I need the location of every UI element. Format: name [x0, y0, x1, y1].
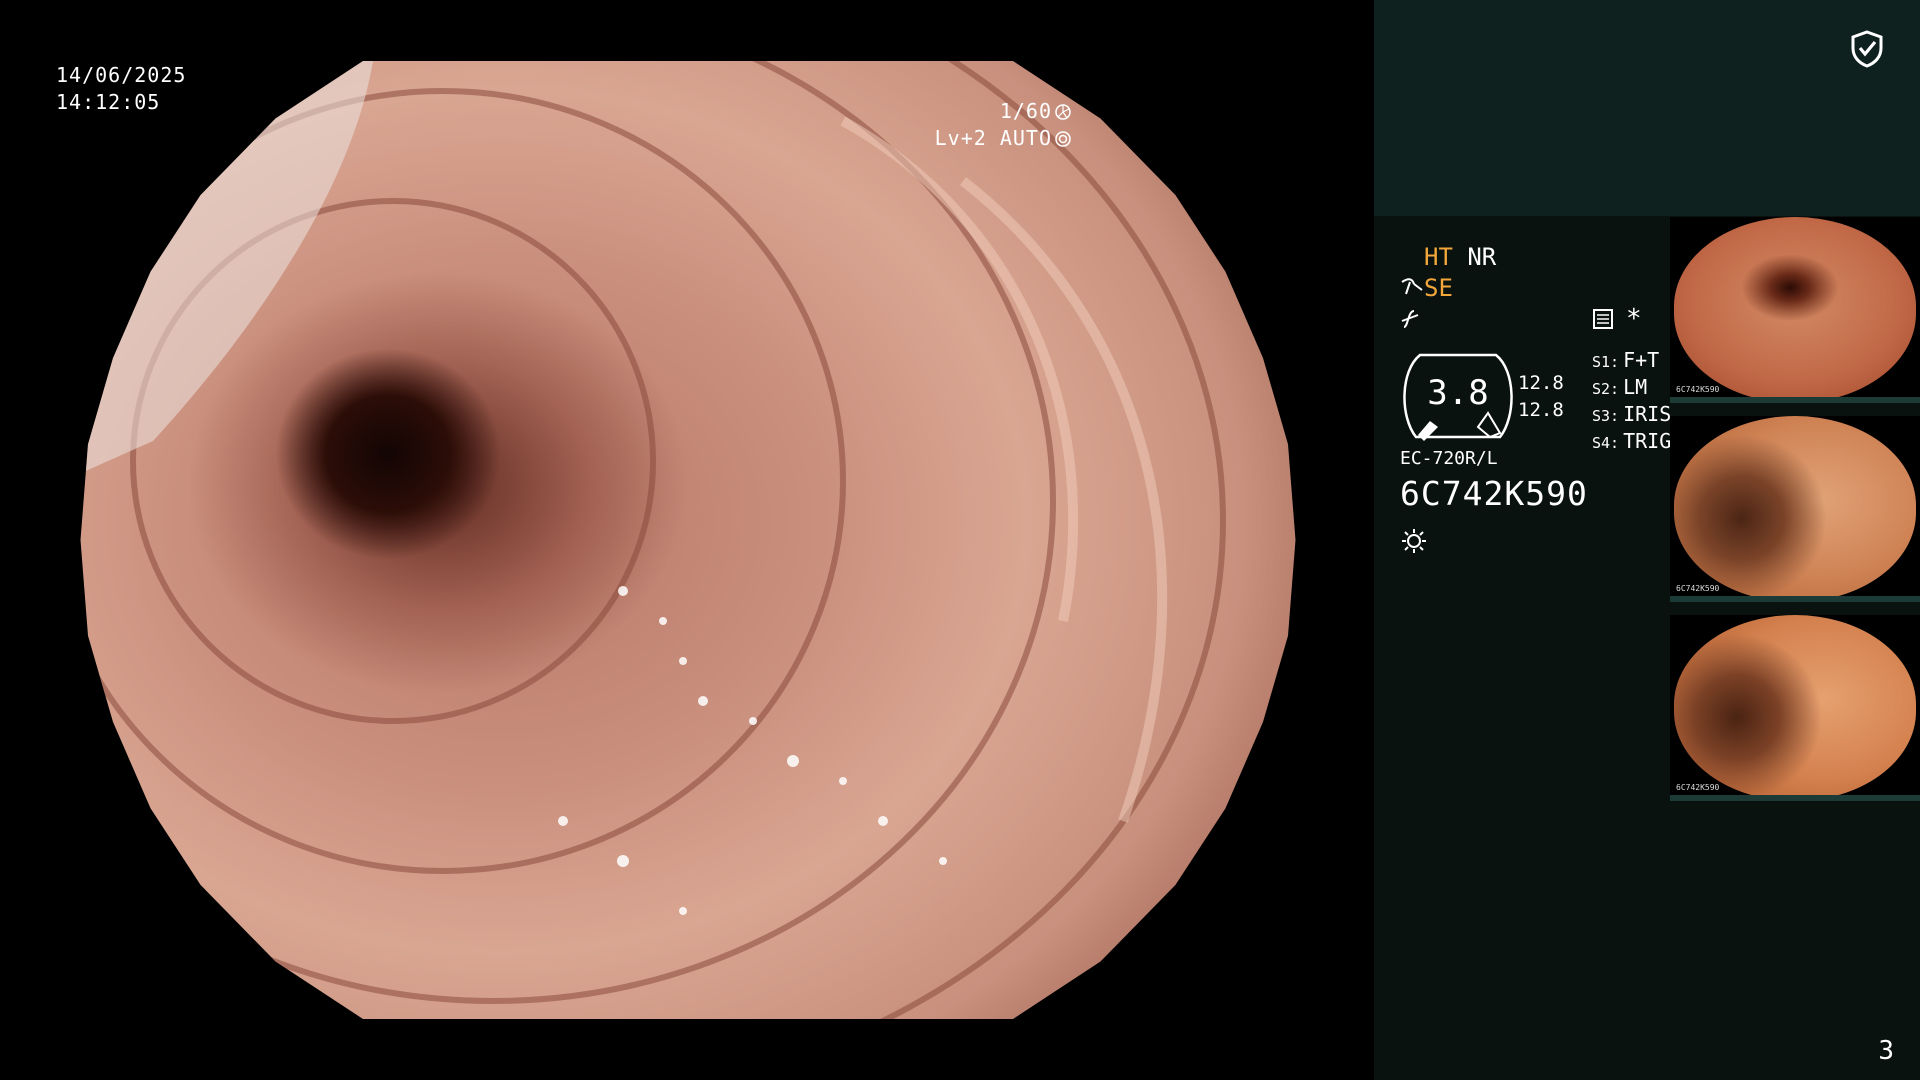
- captured-thumbnails: 6C742K590 6C742K590 6C742K590: [1670, 217, 1920, 814]
- switch-value: LM: [1623, 375, 1648, 399]
- panel-header: [1374, 0, 1920, 216]
- endoscopic-image: [80, 61, 1296, 1019]
- switch-key: S4:: [1592, 434, 1620, 452]
- se-mode-label: SE: [1424, 274, 1453, 302]
- switch-key: S2:: [1592, 380, 1620, 398]
- light-icon: [1402, 529, 1426, 553]
- switch-key: S1:: [1592, 353, 1620, 371]
- thumbnail-stamp: 6C742K590: [1676, 385, 1720, 394]
- exposure-readout: 1/60 Lv+2 AUTO: [935, 98, 1071, 152]
- function-icon: [1401, 310, 1419, 328]
- switch-value: IRIS: [1623, 402, 1672, 426]
- side-panel: HT NR SE * 3.8 12.8 12.8 S1: F+T S2: LM …: [1374, 0, 1920, 1080]
- settings-icon: [1593, 309, 1613, 329]
- scope-info: HT NR SE * 3.8 12.8 12.8 S1: F+T S2: LM …: [1400, 242, 1671, 553]
- switch-row: S4: TRIG: [1592, 429, 1671, 456]
- scope-icon: [1401, 278, 1423, 295]
- asterisk-label: *: [1626, 304, 1642, 334]
- mode-line-2: SE: [1400, 273, 1453, 303]
- thumbnail-bar: [1670, 596, 1920, 602]
- shutter-icon: [1055, 104, 1071, 120]
- switch-value: F+T: [1623, 348, 1660, 372]
- page-number: 3: [1878, 1036, 1894, 1066]
- shutter-speed-label: 1/60: [999, 99, 1052, 123]
- switch-row: S1: F+T: [1592, 348, 1671, 375]
- auto-iris-icon: [1055, 131, 1071, 147]
- brightness-level-label: Lv+2 AUTO: [934, 126, 1052, 150]
- thumbnail-bar: [1670, 397, 1920, 403]
- scope-model-label: EC-720R/L: [1400, 448, 1498, 469]
- switch-value: TRIG: [1623, 429, 1672, 453]
- thumbnail-image: [1674, 217, 1916, 403]
- endoscope-view: 14/06/2025 14:12:05 1/60 Lv+2 AUTO: [0, 0, 1374, 1080]
- thumbnail-3[interactable]: 6C742K590: [1670, 615, 1920, 801]
- ht-mode-label: HT: [1424, 243, 1453, 271]
- switch-key: S3:: [1592, 407, 1620, 425]
- gauge-side-bottom: 12.8: [1518, 399, 1564, 421]
- date-label: 14/06/2025: [56, 63, 187, 87]
- serial-number-label: 6C742K590: [1400, 474, 1588, 513]
- shield-check-icon: [1851, 30, 1883, 68]
- mucosal-folds: [80, 61, 1226, 1019]
- date-time-readout: 14/06/2025 14:12:05: [56, 62, 186, 116]
- switch-assignment-list: S1: F+T S2: LM S3: IRIS S4: TRIG: [1592, 348, 1671, 456]
- nr-mode-label: NR: [1467, 243, 1497, 271]
- mode-line-1: HT NR: [1400, 242, 1496, 272]
- thumbnail-image: [1674, 416, 1916, 602]
- thumbnail-bar: [1670, 795, 1920, 801]
- thumbnail-2[interactable]: 6C742K590: [1670, 416, 1920, 602]
- gauge-value: 3.8: [1427, 373, 1489, 413]
- switch-row: S3: IRIS: [1592, 402, 1671, 429]
- thumbnail-image: [1674, 615, 1916, 801]
- switch-row: S2: LM: [1592, 375, 1671, 402]
- thumbnail-stamp: 6C742K590: [1676, 584, 1720, 593]
- time-label: 14:12:05: [56, 90, 161, 114]
- thumbnail-1[interactable]: 6C742K590: [1670, 217, 1920, 403]
- gauge-side-top: 12.8: [1518, 372, 1564, 394]
- thumbnail-stamp: 6C742K590: [1676, 783, 1720, 792]
